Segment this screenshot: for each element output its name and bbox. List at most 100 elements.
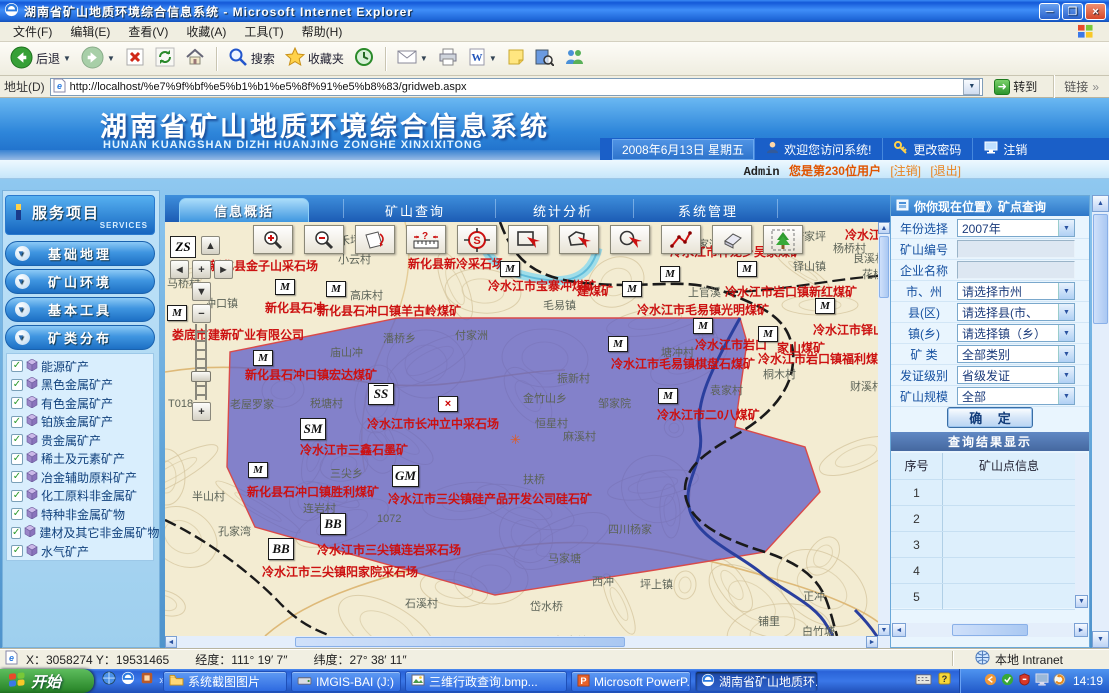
field-select[interactable]: 全部▼ [957,387,1075,405]
go-button[interactable]: ➜ 转到 [988,77,1043,96]
taskbar-task[interactable]: 湖南省矿山地质环... [695,671,818,692]
checkbox-checked[interactable]: ✓ [11,453,23,465]
tab-2[interactable]: 矿山查询 [360,201,470,220]
language-icon[interactable] [915,672,932,690]
scroll-right-icon[interactable]: ► [1074,623,1088,637]
map-right-button[interactable]: ► [214,260,233,279]
close-button[interactable]: × [1085,3,1106,20]
messenger-button[interactable] [560,46,588,71]
stop-button[interactable] [121,45,149,72]
ie-small-icon[interactable] [121,671,135,688]
chevron-down-icon[interactable]: ▼ [1058,220,1074,236]
mail-button[interactable]: ▼ [393,47,432,70]
field-select[interactable]: 请选择市州▼ [957,282,1075,300]
map-marker[interactable]: × [438,396,458,412]
history-button[interactable] [350,45,378,72]
scroll-left-icon[interactable]: ◄ [892,623,906,637]
sidebar-section-3[interactable]: 基本工具▼ [5,297,155,322]
chevron-down-icon[interactable]: ▼ [1058,367,1074,383]
back-button[interactable]: 后退▼ [6,44,75,74]
chevron-down-icon[interactable]: ▼ [1058,283,1074,299]
links-button[interactable]: 链接 » [1064,78,1105,95]
menu-item-2[interactable]: 编辑(E) [61,21,119,42]
chevron-down-icon[interactable]: ▼ [1058,346,1074,362]
map-marker[interactable]: M [660,266,680,282]
address-input[interactable]: e http://localhost/%e7%9f%bf%e5%b1%b1%e5… [50,78,984,96]
checkbox-checked[interactable]: ✓ [11,508,23,520]
zoom-slider-track[interactable] [195,324,207,400]
map-marker[interactable]: M [253,350,273,366]
map-marker[interactable]: M [326,281,346,297]
map-center-button[interactable]: + [192,260,211,279]
home-button[interactable] [181,45,209,72]
layer-item[interactable]: ✓冶金辅助原料矿产 [11,468,153,487]
scroll-down-icon[interactable]: ▼ [1092,631,1109,648]
checkbox-checked[interactable]: ✓ [11,434,23,446]
field-select[interactable]: 省级发证▼ [957,366,1075,384]
chevron-down-icon[interactable]: ▼ [1058,304,1074,320]
map-down-button[interactable]: ▼ [192,282,211,301]
sidebar-section-1[interactable]: 基础地理▼ [5,241,155,266]
note-button[interactable] [503,46,529,71]
map-zoomout-button[interactable]: − [192,304,211,323]
select-rect-button[interactable] [508,225,548,254]
map-marker[interactable]: M [622,281,642,297]
checkbox-checked[interactable]: ✓ [11,490,23,502]
taskbar-task[interactable]: 三维行政查询.bmp... [405,671,567,692]
map-zoomin-button[interactable]: + [192,402,211,421]
confirm-button[interactable]: 确 定 [947,407,1033,428]
layer-item[interactable]: ✓铂族金属矿产 [11,413,153,432]
zoom-out-button[interactable] [304,225,344,254]
scroll-up-icon[interactable]: ▲ [1092,195,1109,212]
layer-item[interactable]: ✓建材及其它非金属矿物 [11,524,153,543]
logout-link[interactable]: [注销] [890,164,921,178]
display-icon[interactable] [1035,673,1049,689]
antivirus-icon[interactable] [1001,673,1014,689]
checkbox-checked[interactable]: ✓ [11,360,23,372]
map-hscroll-thumb[interactable] [295,637,625,647]
menu-item-5[interactable]: 工具(T) [235,21,292,42]
tab-1[interactable]: 信息概括 [179,198,309,222]
start-button[interactable]: 开始 [0,669,94,693]
layer-item[interactable]: ✓稀土及元素矿产 [11,450,153,469]
browser-icon[interactable] [102,671,116,688]
field-input[interactable] [957,261,1075,279]
checkbox-checked[interactable]: ✓ [11,397,23,409]
map-marker[interactable]: M [275,279,295,295]
checkbox-checked[interactable]: ✓ [11,545,23,557]
scroll-right-icon[interactable]: ► [866,636,878,648]
map-marker[interactable]: GM [392,465,419,487]
map-marker[interactable]: M [737,261,757,277]
scroll-down-icon[interactable]: ▼ [1075,595,1088,608]
legend-tree-button[interactable] [763,225,803,254]
maximize-button[interactable]: ❐ [1062,3,1083,20]
map-marker[interactable]: M [658,388,678,404]
print-button[interactable] [434,46,462,71]
taskbar-task[interactable]: 系统截图图片 [163,671,287,692]
menu-item-6[interactable]: 帮助(H) [293,21,352,42]
chevron-down-icon[interactable]: ▼ [63,54,71,63]
chevron-down-icon[interactable]: ▼ [1058,388,1074,404]
favorites-button[interactable]: 收藏夹 [281,45,348,72]
map-marker[interactable]: M [608,336,628,352]
map-marker[interactable]: M [248,462,268,478]
map-marker[interactable]: M [167,305,187,321]
zoom-slider-handle[interactable] [191,371,211,382]
logout-button[interactable]: 注销 [972,138,1038,160]
select-circle-button[interactable] [610,225,650,254]
checkbox-checked[interactable]: ✓ [11,379,23,391]
chevron-down-icon[interactable]: ▼ [420,54,428,63]
exit-link[interactable]: [退出] [930,164,961,178]
change-password-button[interactable]: 更改密码 [882,138,972,160]
security-icon[interactable] [1018,673,1031,689]
research-button[interactable] [531,46,558,71]
map-marker[interactable]: BB [320,513,346,535]
measure-line-button[interactable] [661,225,701,254]
table-row[interactable]: 2 [891,506,1075,532]
tab-4[interactable]: 系统管理 [653,201,763,220]
page-vscroll-thumb[interactable] [1093,214,1108,324]
menu-item-4[interactable]: 收藏(A) [177,21,235,42]
map-marker[interactable]: M [500,261,520,277]
chevron-down-icon[interactable]: ▼ [1058,325,1074,341]
layer-item[interactable]: ✓水气矿产 [11,542,153,561]
